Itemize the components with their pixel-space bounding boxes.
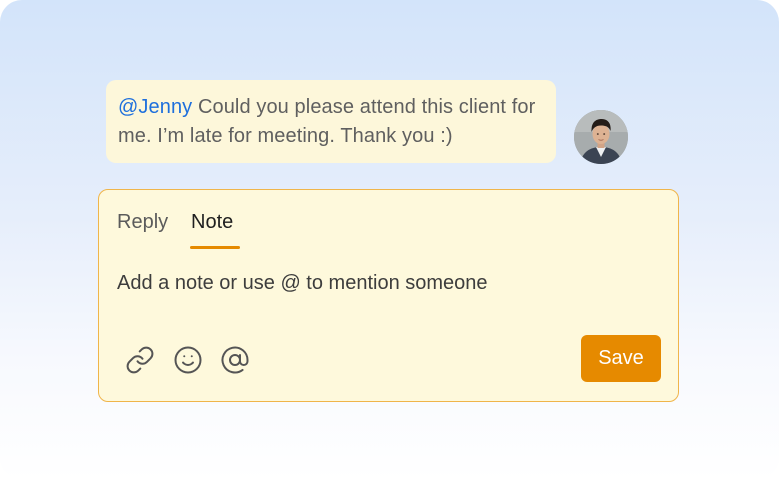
canvas: @Jenny Could you please attend this clie… [0,0,779,480]
at-mention-icon[interactable] [218,343,252,377]
note-input[interactable] [115,268,659,298]
avatar-portrait [574,110,628,164]
message-bubble: @Jenny Could you please attend this clie… [106,80,556,163]
active-tab-indicator [190,246,240,249]
tab-note[interactable]: Note [191,210,233,234]
note-composer: Reply Note Save [98,189,679,402]
emoji-icon[interactable] [171,343,205,377]
link-icon[interactable] [123,343,157,377]
tab-reply[interactable]: Reply [117,210,168,234]
avatar [574,110,628,164]
mention-link[interactable]: @Jenny [118,96,192,118]
save-button[interactable]: Save [581,335,661,382]
